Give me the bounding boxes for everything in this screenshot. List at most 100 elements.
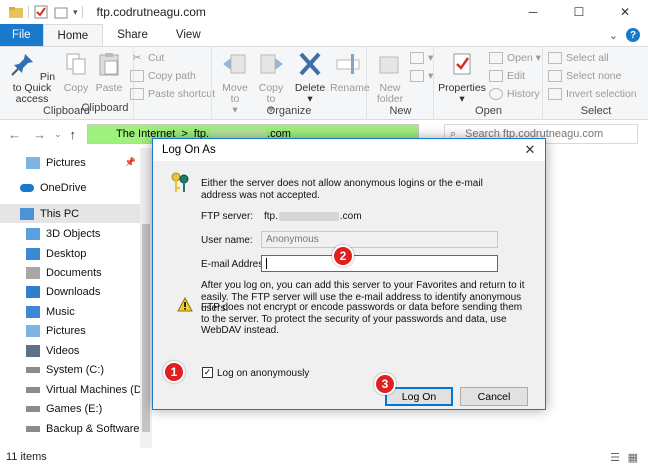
properties-icon bbox=[453, 53, 471, 75]
new-group: New folder ▾ ▾ New bbox=[368, 47, 434, 120]
organize-group-label: Organize bbox=[266, 105, 312, 117]
drive-icon bbox=[26, 425, 40, 432]
new-item-icon[interactable]: ▾ bbox=[410, 52, 433, 64]
dialog-intro-text: Either the server does not allow anonymo… bbox=[201, 178, 483, 201]
email-address-field[interactable] bbox=[261, 255, 498, 272]
paste-shortcut-icon bbox=[130, 88, 144, 100]
separator bbox=[81, 6, 83, 18]
text-cursor bbox=[266, 258, 267, 269]
nav-item-virtual-machines-d[interactable]: Virtual Machines (D:) bbox=[0, 380, 140, 399]
delete-button[interactable]: Delete ▾ bbox=[292, 51, 328, 105]
copy-path-icon bbox=[130, 70, 144, 82]
invert-selection-button[interactable]: Invert selection bbox=[548, 88, 637, 100]
pictures-folder-icon bbox=[26, 324, 40, 337]
tab-home[interactable]: Home bbox=[42, 24, 104, 46]
warning-icon bbox=[177, 297, 193, 312]
select-group-label: Select bbox=[580, 105, 612, 117]
easy-access-icon[interactable]: ▾ bbox=[410, 70, 433, 82]
tab-file[interactable]: File bbox=[0, 24, 43, 46]
forward-arrow-icon[interactable]: → bbox=[33, 127, 46, 142]
nav-scrollbar-thumb[interactable] bbox=[142, 224, 150, 432]
documents-folder-icon bbox=[26, 266, 40, 279]
nav-item-backup-software-f[interactable]: Backup & Software (F: bbox=[0, 419, 140, 438]
tab-share[interactable]: Share bbox=[103, 24, 162, 46]
computer-icon bbox=[20, 207, 34, 220]
nav-item-downloads[interactable]: Downloads bbox=[0, 282, 140, 301]
onedrive-cloud-icon bbox=[20, 183, 34, 192]
item-count: 11 items bbox=[6, 451, 47, 463]
back-arrow-icon[interactable]: ← bbox=[8, 127, 21, 142]
collapse-ribbon-icon[interactable]: ⌄ bbox=[609, 29, 618, 42]
select-none-button[interactable]: Select none bbox=[548, 70, 621, 82]
nav-item-documents[interactable]: Documents bbox=[0, 263, 140, 282]
close-icon[interactable]: ✕ bbox=[602, 0, 648, 24]
log-on-anonymously-checkbox[interactable]: ✓ bbox=[202, 367, 213, 378]
minimize-icon[interactable]: ─ bbox=[510, 0, 556, 24]
history-button[interactable]: History bbox=[489, 88, 540, 100]
rename-button[interactable]: Rename bbox=[330, 51, 370, 94]
callout-2: 2 bbox=[332, 245, 354, 267]
ribbon-tabs: File Home Share View ⌄ ? bbox=[0, 24, 648, 46]
cut-button[interactable]: ✂ Cut bbox=[130, 52, 165, 64]
ftp-server-label: FTP server: bbox=[201, 211, 254, 222]
dialog-close-icon[interactable]: ✕ bbox=[515, 139, 545, 161]
open-button[interactable]: Open ▾ bbox=[489, 52, 541, 64]
user-name-label: User name: bbox=[201, 235, 253, 246]
drive-icon bbox=[26, 366, 40, 373]
recent-locations-icon[interactable]: ⌄ bbox=[54, 129, 62, 140]
quick-access-dropdown-icon[interactable]: ▾ bbox=[73, 7, 78, 18]
paste-shortcut-button[interactable]: Paste shortcut bbox=[130, 88, 215, 100]
open-icon bbox=[489, 52, 503, 64]
separator bbox=[28, 6, 29, 18]
nav-item-pictures-quick[interactable]: Pictures 📌 bbox=[0, 153, 140, 172]
open-group-label: Open bbox=[475, 105, 502, 117]
ribbon: Pin to Quick access Copy Paste Clipboard… bbox=[0, 46, 648, 120]
nav-item-music[interactable]: Music bbox=[0, 302, 140, 321]
paste-button[interactable]: Paste bbox=[94, 51, 124, 94]
select-none-icon bbox=[548, 70, 562, 82]
maximize-icon[interactable]: ☐ bbox=[556, 0, 602, 24]
properties-check-icon[interactable] bbox=[33, 4, 49, 20]
pin-icon bbox=[11, 54, 33, 76]
cancel-button[interactable]: Cancel bbox=[460, 387, 528, 406]
dialog-warning-text: FTP does not encrypt or encode passwords… bbox=[201, 302, 523, 336]
copy-button[interactable]: Copy bbox=[62, 51, 90, 94]
details-view-icon[interactable]: ☰ bbox=[610, 451, 620, 464]
move-to-icon bbox=[223, 54, 246, 74]
up-arrow-icon[interactable]: ↑ bbox=[70, 127, 77, 142]
help-icon[interactable]: ? bbox=[626, 28, 640, 42]
status-bar: 11 items ☰ ▦ bbox=[0, 448, 648, 466]
nav-item-games-e[interactable]: Games (E:) bbox=[0, 399, 140, 418]
organize-group: Move to ▾ Copy to ▾ Delete ▾ Rename Organiz… bbox=[211, 47, 370, 120]
pin-to-quick-access-button[interactable]: Pin to Quick access bbox=[4, 51, 60, 105]
select-group: Select all Select none Invert selection … bbox=[544, 47, 648, 120]
nav-item-desktop[interactable]: Desktop bbox=[0, 244, 140, 263]
new-group-label: New bbox=[389, 105, 412, 117]
edit-button[interactable]: Edit bbox=[489, 70, 525, 82]
large-icons-view-icon[interactable]: ▦ bbox=[628, 451, 638, 464]
copy-path-button[interactable]: Copy path bbox=[130, 70, 196, 82]
copy-icon bbox=[66, 53, 86, 75]
nav-item-onedrive[interactable]: OneDrive bbox=[0, 178, 140, 197]
paste-icon bbox=[99, 53, 119, 76]
nav-item-videos[interactable]: Videos bbox=[0, 341, 140, 360]
ftp-server-value: ftp. .com bbox=[264, 211, 362, 222]
delete-x-icon bbox=[299, 52, 321, 76]
properties-button[interactable]: Properties ▾ bbox=[437, 51, 487, 105]
log-on-button[interactable]: Log On bbox=[385, 387, 453, 406]
user-name-field[interactable]: Anonymous bbox=[261, 231, 498, 248]
scissors-icon: ✂ bbox=[132, 52, 142, 64]
new-folder-button[interactable]: New folder bbox=[372, 51, 408, 105]
invert-selection-icon bbox=[548, 88, 562, 100]
nav-item-3d-objects[interactable]: 3D Objects bbox=[0, 224, 140, 243]
nav-item-this-pc[interactable]: This PC bbox=[0, 204, 140, 223]
select-all-button[interactable]: Select all bbox=[548, 52, 609, 64]
new-folder-icon[interactable] bbox=[53, 4, 69, 20]
log-on-anonymously-label[interactable]: Log on anonymously bbox=[217, 368, 309, 380]
nav-item-system-c[interactable]: System (C:) bbox=[0, 360, 140, 379]
tab-view[interactable]: View bbox=[162, 24, 215, 46]
drive-icon bbox=[26, 405, 40, 412]
nav-item-pictures[interactable]: Pictures bbox=[0, 321, 140, 340]
nav-scrollbar[interactable] bbox=[140, 148, 152, 448]
history-icon bbox=[489, 88, 503, 100]
